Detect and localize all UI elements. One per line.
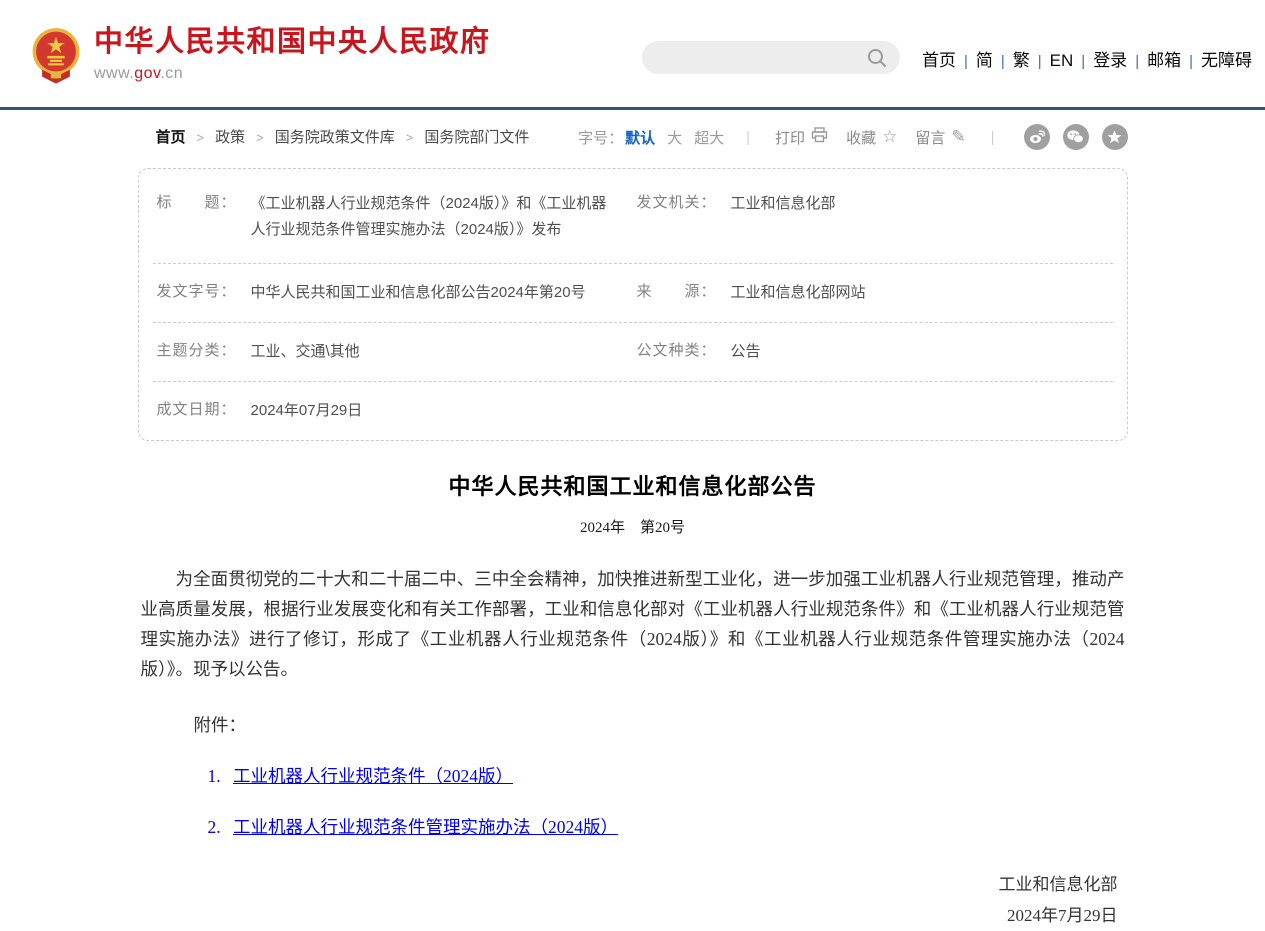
- page-toolbar: 字号： 默认 大 超大 | 打印 收藏 ☆ 留言 ✎ |: [578, 124, 1127, 150]
- top-nav: 首页 | 简 | 繁 | EN | 登录 | 邮箱 | 无障碍: [922, 46, 1252, 71]
- meta-issuer-label: 发文机关：: [637, 191, 717, 212]
- breadcrumb-dept-docs[interactable]: 国务院部门文件: [424, 129, 529, 146]
- search-box[interactable]: [642, 41, 900, 74]
- nav-accessibility[interactable]: 无障碍: [1201, 51, 1252, 70]
- attachment-item: 1. 工业机器人行业规范条件（2024版）: [208, 763, 1128, 788]
- nav-separator: |: [1038, 53, 1042, 70]
- meta-title-value: 《工业机器人行业规范条件（2024版）》和《工业机器人行业规范条件管理实施办法（…: [251, 191, 617, 243]
- font-size-default-button[interactable]: 默认: [625, 127, 655, 148]
- nav-separator: |: [1081, 53, 1085, 70]
- sign-date: 2024年7月29日: [138, 900, 1118, 931]
- breadcrumb-toolbar-row: 首页 > 政策 > 国务院政策文件库 > 国务院部门文件 字号： 默认 大 超大 | 打印 …: [138, 110, 1128, 162]
- document-meta-box: 标 题： 《工业机器人行业规范条件（2024版）》和《工业机器人行业规范条件管理…: [138, 168, 1128, 441]
- meta-issuer-value: 工业和信息化部: [731, 191, 836, 217]
- nav-separator: |: [1135, 53, 1139, 70]
- site-title: 中华人民共和国中央人民政府: [94, 28, 491, 57]
- pencil-icon: ✎: [951, 127, 965, 147]
- meta-doctype-value: 公告: [731, 339, 761, 365]
- meta-row-category: 主题分类： 工业、交通\其他 公文种类： 公告: [139, 323, 1127, 381]
- breadcrumb-policy-library[interactable]: 国务院政策文件库: [275, 129, 395, 146]
- wechat-icon[interactable]: [1063, 124, 1089, 150]
- font-size-large-button[interactable]: 大: [667, 127, 682, 148]
- article: 中华人民共和国工业和信息化部公告 2024年 第20号 为全面贯彻党的二十大和二…: [138, 469, 1128, 931]
- meta-row-title: 标 题： 《工业机器人行业规范条件（2024版）》和《工业机器人行业规范条件管理…: [139, 169, 1127, 263]
- breadcrumb-policy[interactable]: 政策: [215, 129, 245, 146]
- meta-category-value: 工业、交通\其他: [251, 339, 360, 365]
- attachment-item: 2. 工业机器人行业规范条件管理实施办法（2024版）: [208, 814, 1128, 839]
- nav-login[interactable]: 登录: [1093, 51, 1127, 70]
- signature-block: 工业和信息化部 2024年7月29日: [138, 869, 1128, 931]
- nav-separator: |: [964, 53, 968, 70]
- meta-category-label: 主题分类：: [157, 339, 237, 360]
- breadcrumb-separator: >: [197, 130, 205, 145]
- breadcrumb: 首页 > 政策 > 国务院政策文件库 > 国务院部门文件: [156, 126, 530, 147]
- attachment-link-2[interactable]: 工业机器人行业规范条件管理实施办法（2024版）: [233, 817, 618, 837]
- site-header: 中华人民共和国中央人民政府 www.gov.cn 首页 | 简 | 繁 | EN | 登录 | 邮箱…: [0, 0, 1265, 110]
- attachment-number: 2.: [208, 817, 221, 837]
- meta-title-label: 标 题：: [157, 191, 237, 212]
- meta-date-label: 成文日期：: [157, 398, 237, 419]
- breadcrumb-separator: >: [256, 130, 264, 145]
- article-title: 中华人民共和国工业和信息化部公告: [138, 469, 1128, 501]
- nav-home[interactable]: 首页: [922, 51, 956, 70]
- nav-mail[interactable]: 邮箱: [1147, 51, 1181, 70]
- article-subtitle: 2024年 第20号: [138, 516, 1128, 537]
- attachments-label: 附件：: [194, 712, 1128, 737]
- site-url: www.gov.cn: [94, 65, 491, 83]
- qzone-icon[interactable]: [1102, 124, 1128, 150]
- article-paragraph: 为全面贯彻党的二十大和二十届二中、三中全会精神，加快推进新型工业化，进一步加强工…: [141, 564, 1125, 684]
- meta-docno-value: 中华人民共和国工业和信息化部公告2024年第20号: [251, 280, 586, 306]
- meta-docno-label: 发文字号：: [157, 280, 237, 301]
- meta-row-date: 成文日期： 2024年07月29日: [139, 382, 1127, 440]
- site-brand: 中华人民共和国中央人民政府 www.gov.cn: [94, 28, 491, 83]
- nav-english[interactable]: EN: [1050, 51, 1074, 70]
- printer-icon: [811, 127, 828, 148]
- weibo-icon[interactable]: [1024, 124, 1050, 150]
- print-button[interactable]: 打印: [775, 127, 828, 148]
- site-logo[interactable]: 中华人民共和国中央人民政府 www.gov.cn: [30, 26, 491, 84]
- meta-source-value: 工业和信息化部网站: [731, 280, 866, 306]
- attachment-number: 1.: [208, 766, 221, 786]
- font-size-label: 字号：: [578, 127, 623, 148]
- nav-separator: |: [1001, 53, 1005, 70]
- comment-button[interactable]: 留言 ✎: [915, 127, 965, 148]
- nav-traditional[interactable]: 繁: [1013, 51, 1030, 70]
- meta-doctype-label: 公文种类：: [637, 339, 717, 360]
- search-icon[interactable]: [866, 47, 888, 69]
- star-icon: ☆: [882, 127, 897, 147]
- attachment-link-1[interactable]: 工业机器人行业规范条件（2024版）: [233, 766, 513, 786]
- nav-separator: |: [1189, 53, 1193, 70]
- favorite-button[interactable]: 收藏 ☆: [846, 127, 897, 148]
- search-input[interactable]: [642, 50, 866, 66]
- font-size-xlarge-button[interactable]: 超大: [694, 127, 724, 148]
- national-emblem-icon: [30, 26, 82, 84]
- breadcrumb-home[interactable]: 首页: [156, 129, 186, 146]
- meta-row-docno: 发文字号： 中华人民共和国工业和信息化部公告2024年第20号 来 源： 工业和…: [139, 264, 1127, 322]
- signer: 工业和信息化部: [138, 869, 1118, 900]
- meta-date-value: 2024年07月29日: [251, 398, 363, 424]
- toolbar-separator: |: [746, 129, 750, 146]
- meta-source-label: 来 源：: [637, 280, 717, 301]
- share-buttons: [1011, 124, 1128, 150]
- breadcrumb-separator: >: [406, 130, 414, 145]
- toolbar-separator: |: [991, 129, 995, 146]
- nav-simplified[interactable]: 简: [976, 51, 993, 70]
